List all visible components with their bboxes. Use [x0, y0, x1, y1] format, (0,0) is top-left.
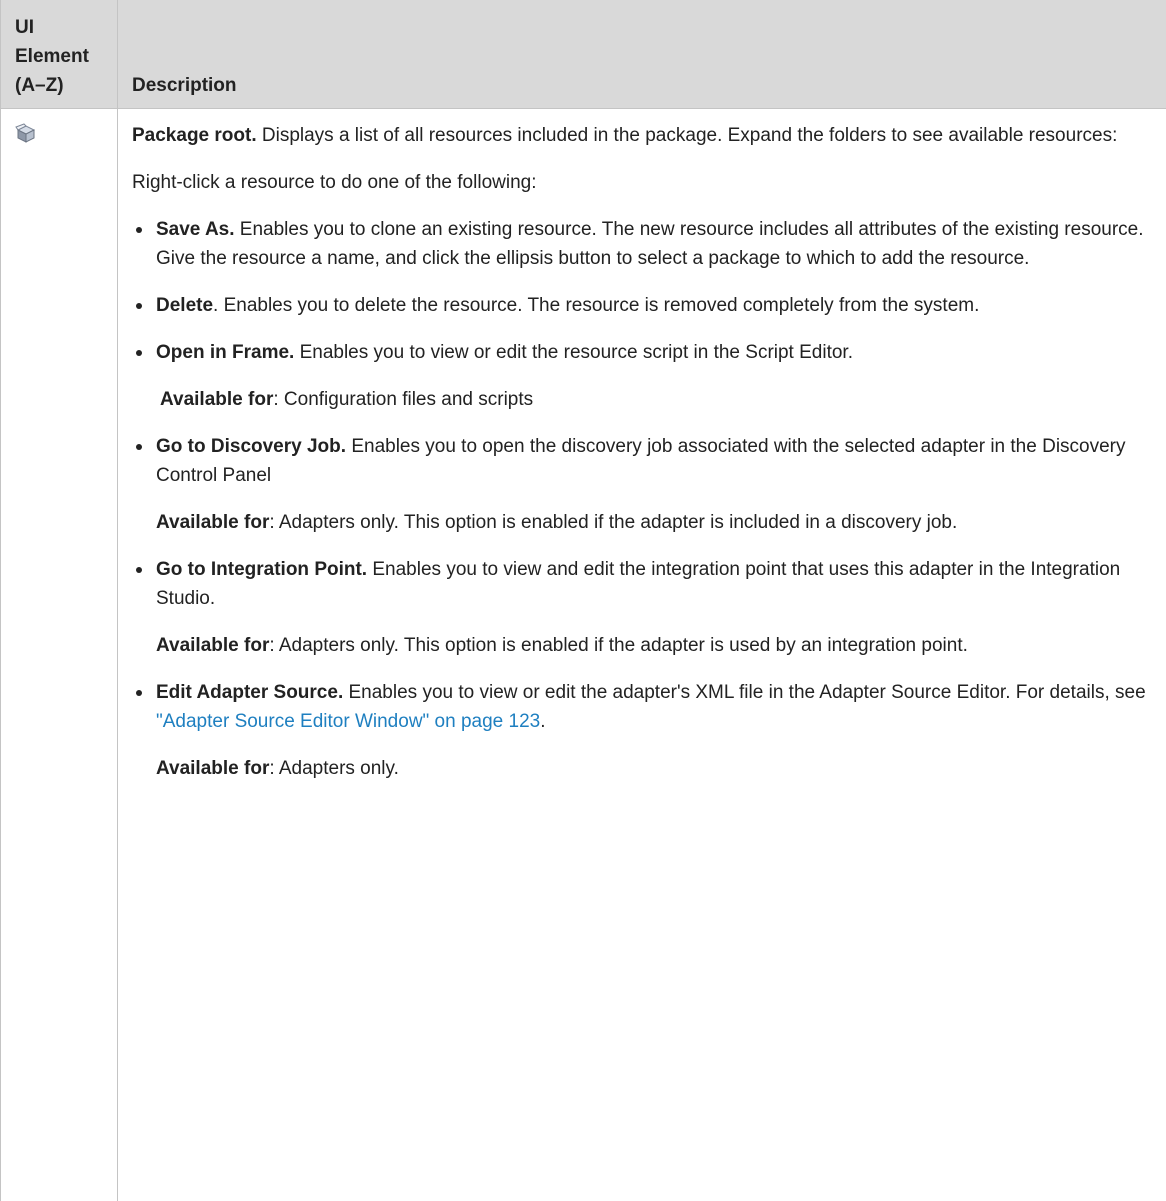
- table-row: Package root. Displays a list of all res…: [1, 109, 1166, 1201]
- bullet-icon: [136, 567, 142, 573]
- list-item-go-to-integration-point: Go to Integration Point. Enables you to …: [132, 555, 1152, 613]
- package-root-text: Displays a list of all resources include…: [257, 125, 1118, 146]
- available-for-label: Available for: [160, 389, 273, 410]
- list-item-open-in-frame: Open in Frame. Enables you to view or ed…: [132, 338, 1152, 367]
- option-title: Go to Integration Point.: [156, 559, 367, 580]
- option-text: Enables you to view or edit the resource…: [294, 342, 853, 363]
- available-for-note: Available for: Adapters only. This optio…: [132, 508, 1152, 537]
- option-text-end: .: [540, 711, 545, 732]
- context-menu-options-list: Save As. Enables you to clone an existin…: [132, 215, 1152, 367]
- available-for-note: Available for: Adapters only. This optio…: [132, 631, 1152, 660]
- list-item-delete: Delete. Enables you to delete the resour…: [132, 291, 1152, 320]
- option-title: Delete: [156, 295, 213, 316]
- available-for-label: Available for: [156, 512, 269, 533]
- header-description: Description: [118, 0, 1166, 109]
- option-text: . Enables you to delete the resource. Th…: [213, 295, 979, 316]
- available-for-label: Available for: [156, 758, 269, 779]
- adapter-source-editor-link[interactable]: "Adapter Source Editor Window" on page 1…: [156, 711, 540, 732]
- list-item-save-as: Save As. Enables you to clone an existin…: [132, 215, 1152, 273]
- context-menu-options-list-3: Go to Integration Point. Enables you to …: [132, 555, 1152, 613]
- context-menu-options-list-4: Edit Adapter Source. Enables you to view…: [132, 678, 1152, 736]
- table-header-row: UI Element (A–Z) Description: [1, 0, 1166, 109]
- bullet-icon: [136, 690, 142, 696]
- context-menu-options-list-2: Go to Discovery Job. Enables you to open…: [132, 432, 1152, 490]
- option-title: Edit Adapter Source.: [156, 682, 343, 703]
- header-ui-element: UI Element (A–Z): [1, 0, 118, 109]
- option-title: Go to Discovery Job.: [156, 436, 346, 457]
- available-for-label: Available for: [156, 635, 269, 656]
- option-text: Enables you to view or edit the adapter'…: [343, 682, 1145, 703]
- option-text: Enables you to clone an existing resourc…: [156, 219, 1144, 269]
- available-for-note: Available for: Adapters only.: [132, 754, 1152, 783]
- list-item-go-to-discovery-job: Go to Discovery Job. Enables you to open…: [132, 432, 1152, 490]
- list-item-edit-adapter-source: Edit Adapter Source. Enables you to view…: [132, 678, 1152, 736]
- icon-cell: [1, 109, 118, 1201]
- package-icon: [15, 123, 37, 143]
- package-root-intro: Package root. Displays a list of all res…: [132, 121, 1152, 150]
- option-title: Open in Frame.: [156, 342, 294, 363]
- right-click-text: Right-click a resource to do one of the …: [132, 168, 1152, 197]
- available-for-text: : Adapters only.: [269, 758, 399, 779]
- available-for-text: : Adapters only. This option is enabled …: [269, 512, 957, 533]
- bullet-icon: [136, 350, 142, 356]
- bullet-icon: [136, 444, 142, 450]
- ui-elements-table: UI Element (A–Z) Description Package roo…: [0, 0, 1166, 1185]
- bullet-icon: [136, 303, 142, 309]
- available-for-note: Available for: Configuration files and s…: [132, 385, 1152, 414]
- description-cell: Package root. Displays a list of all res…: [118, 109, 1166, 1201]
- package-root-title: Package root.: [132, 125, 257, 146]
- available-for-text: : Adapters only. This option is enabled …: [269, 635, 968, 656]
- option-title: Save As.: [156, 219, 235, 240]
- available-for-text: : Configuration files and scripts: [273, 389, 533, 410]
- bullet-icon: [136, 227, 142, 233]
